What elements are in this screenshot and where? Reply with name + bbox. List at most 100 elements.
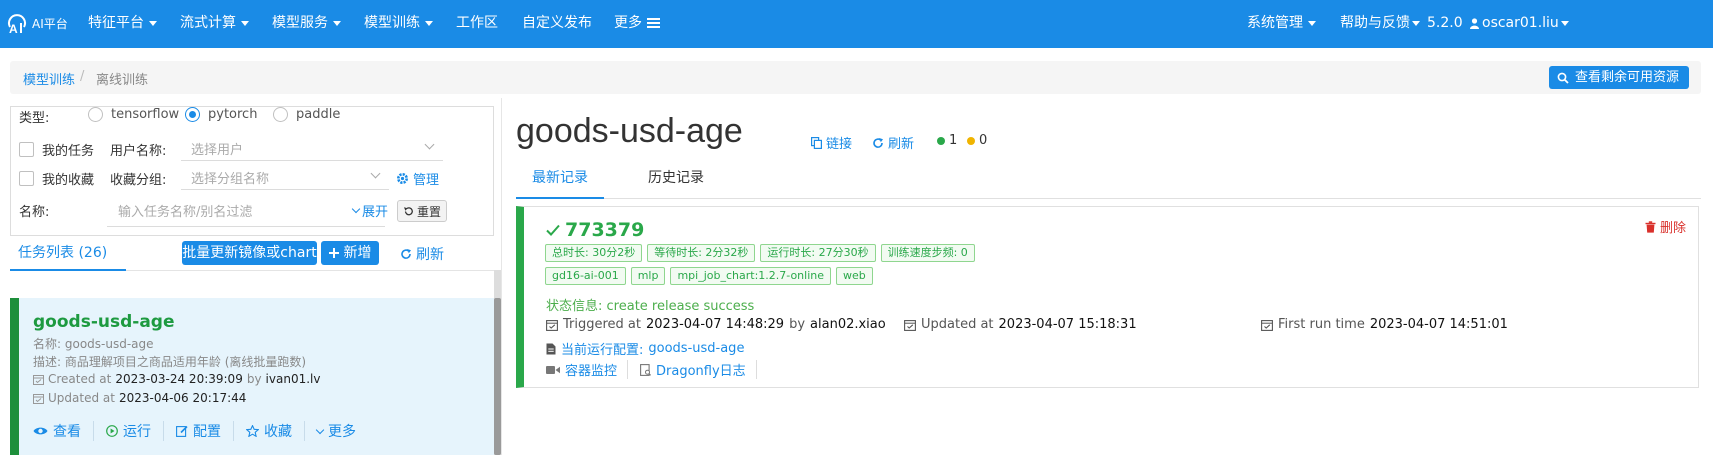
play-icon: [106, 425, 118, 437]
env-tags: gd16-ai-001 mlp mpi_job_chart:1.2.7-onli…: [545, 267, 873, 285]
log-file-icon: [640, 363, 652, 376]
chevron-down-icon: [315, 425, 325, 434]
nav-feature-platform[interactable]: 特征平台: [88, 0, 157, 48]
task-list-tabbar: 任务列表 (26) 批量更新镜像或chart 新增 刷新: [10, 238, 494, 271]
green-status-dot: [937, 136, 945, 145]
view-resources-button[interactable]: 查看剩余可用资源: [1548, 66, 1689, 89]
task-list-item[interactable]: goods-usd-age 名称: goods-usd-age 描述: 商品理解…: [10, 298, 494, 455]
duration-tags: 总时长: 30分2秒 等待时长: 2分32秒 运行时长: 27分30秒 训练速度…: [545, 244, 975, 262]
logo[interactable]: A AI平台: [6, 11, 68, 35]
batch-update-image-button[interactable]: 批量更新镜像或chart: [182, 241, 317, 265]
breadcrumb: 模型训练 / 离线训练 查看剩余可用资源: [10, 61, 1701, 94]
config-task-button[interactable]: 配置: [176, 421, 234, 441]
refresh-icon: [401, 249, 411, 259]
status-message: 状态信息: create release success: [546, 299, 755, 314]
job-link-button[interactable]: 链接: [811, 133, 852, 152]
chevron-down-icon: [351, 204, 361, 214]
trash-icon: [1645, 220, 1656, 233]
gear-icon: [397, 173, 408, 184]
run-id[interactable]: 773379: [546, 219, 644, 241]
caret-down-icon: [241, 20, 249, 26]
user-icon: [1470, 17, 1479, 29]
document-icon: [546, 343, 556, 354]
caret-down-icon: [1412, 20, 1420, 26]
svg-text:A: A: [9, 22, 18, 35]
search-icon: [1557, 72, 1569, 84]
caret-down-icon: [149, 20, 157, 26]
reset-button[interactable]: 重置: [397, 200, 448, 222]
favorite-task-button[interactable]: 收藏: [246, 421, 305, 441]
radio-tensorflow[interactable]: tensorflow: [88, 107, 179, 122]
tab-task-list[interactable]: 任务列表 (26): [10, 238, 126, 271]
user-select[interactable]: 选择用户: [181, 134, 443, 161]
video-camera-icon: [546, 365, 560, 374]
task-created: Created at 2023-03-24 20:39:09 by ivan01…: [33, 372, 320, 386]
manage-link[interactable]: 管理: [396, 169, 439, 188]
more-actions-button[interactable]: 更多: [315, 421, 368, 441]
monitor-links: 容器监控 Dragonfly日志: [546, 360, 769, 379]
task-list-scroll-thumb[interactable]: [494, 298, 501, 455]
fav-group-select[interactable]: 选择分组名称: [181, 163, 389, 190]
my-tasks-checkbox[interactable]: 我的任务: [19, 140, 94, 159]
tab-history-record[interactable]: 历史记录: [636, 163, 716, 199]
calendar-icon: [33, 393, 44, 404]
calendar-icon: [904, 319, 916, 331]
nav-help-feedback[interactable]: 帮助与反馈: [1340, 0, 1420, 48]
breadcrumb-separator: /: [80, 69, 85, 84]
triggered-info: Triggered at 2023-04-07 14:48:29 by alan…: [546, 317, 886, 332]
task-alias: 名称: goods-usd-age: [33, 337, 154, 351]
nav-more[interactable]: 更多: [614, 0, 660, 48]
radio-circle: [273, 107, 288, 122]
train-speed-tag: 训练速度步频: 0: [880, 244, 975, 262]
version-label: 5.2.0: [1427, 15, 1463, 31]
nav-model-service[interactable]: 模型服务: [272, 0, 341, 48]
user-name-label: 用户名称:: [110, 144, 167, 159]
expand-link[interactable]: 展开: [351, 201, 388, 220]
my-favorites-checkbox[interactable]: 我的收藏: [19, 169, 94, 188]
plus-icon: [328, 248, 339, 258]
checkbox-box: [19, 171, 34, 186]
nav-stream-compute[interactable]: 流式计算: [180, 0, 249, 48]
tab-latest-record[interactable]: 最新记录: [516, 163, 604, 199]
nav-model-training[interactable]: 模型训练: [364, 0, 433, 48]
menu-icon: [647, 18, 660, 28]
task-description: 描述: 商品理解项目之商品适用年龄 (离线批量跑数): [33, 355, 307, 369]
running-count: 1: [937, 133, 957, 148]
job-title: goods-usd-age: [516, 112, 743, 150]
nav-workspace[interactable]: 工作区: [456, 0, 498, 48]
task-name-filter-input[interactable]: [107, 199, 385, 227]
job-refresh-button[interactable]: 刷新: [872, 133, 914, 152]
calendar-icon: [1261, 319, 1273, 331]
copy-icon: [811, 136, 822, 149]
radio-circle-selected: [185, 107, 200, 122]
user-menu[interactable]: oscar01.liu: [1470, 0, 1569, 48]
nav-custom-publish[interactable]: 自定义发布: [522, 0, 592, 48]
refresh-icon: [873, 137, 883, 148]
task-updated: Updated at 2023-04-06 20:17:44: [33, 391, 246, 405]
total-duration-tag: 总时长: 30分2秒: [545, 244, 643, 262]
container-monitor-link[interactable]: 容器监控: [546, 360, 629, 379]
first-run-info: First run time 2023-04-07 14:51:01: [1261, 317, 1508, 332]
caret-down-icon: [1308, 20, 1316, 26]
run-record-card: 773379 总时长: 30分2秒 等待时长: 2分32秒 运行时长: 27分3…: [516, 206, 1699, 388]
add-task-button[interactable]: 新增: [321, 241, 379, 265]
run-duration-tag: 运行时长: 27分30秒: [760, 244, 876, 262]
dragonfly-log-link[interactable]: Dragonfly日志: [640, 360, 757, 379]
task-refresh-button[interactable]: 刷新: [400, 244, 444, 264]
logo-text: AI平台: [32, 16, 68, 31]
updated-info: Updated at 2023-04-07 15:18:31: [904, 317, 1137, 332]
calendar-icon: [546, 319, 558, 331]
chevron-down-icon: [370, 168, 381, 179]
radio-paddle[interactable]: paddle: [273, 107, 340, 122]
breadcrumb-offline-training: 离线训练: [96, 73, 149, 88]
current-config-link[interactable]: 当前运行配置: goods-usd-age: [546, 339, 744, 358]
nav-system-admin[interactable]: 系统管理: [1247, 0, 1316, 48]
delete-run-button[interactable]: 删除: [1645, 217, 1686, 236]
run-task-button[interactable]: 运行: [106, 421, 164, 441]
radio-pytorch[interactable]: pytorch: [185, 107, 257, 122]
eye-icon: [33, 427, 48, 435]
view-task-button[interactable]: 查看: [33, 421, 94, 441]
caret-down-icon: [425, 20, 433, 26]
task-title[interactable]: goods-usd-age: [33, 312, 175, 332]
breadcrumb-model-training[interactable]: 模型训练: [23, 69, 75, 88]
